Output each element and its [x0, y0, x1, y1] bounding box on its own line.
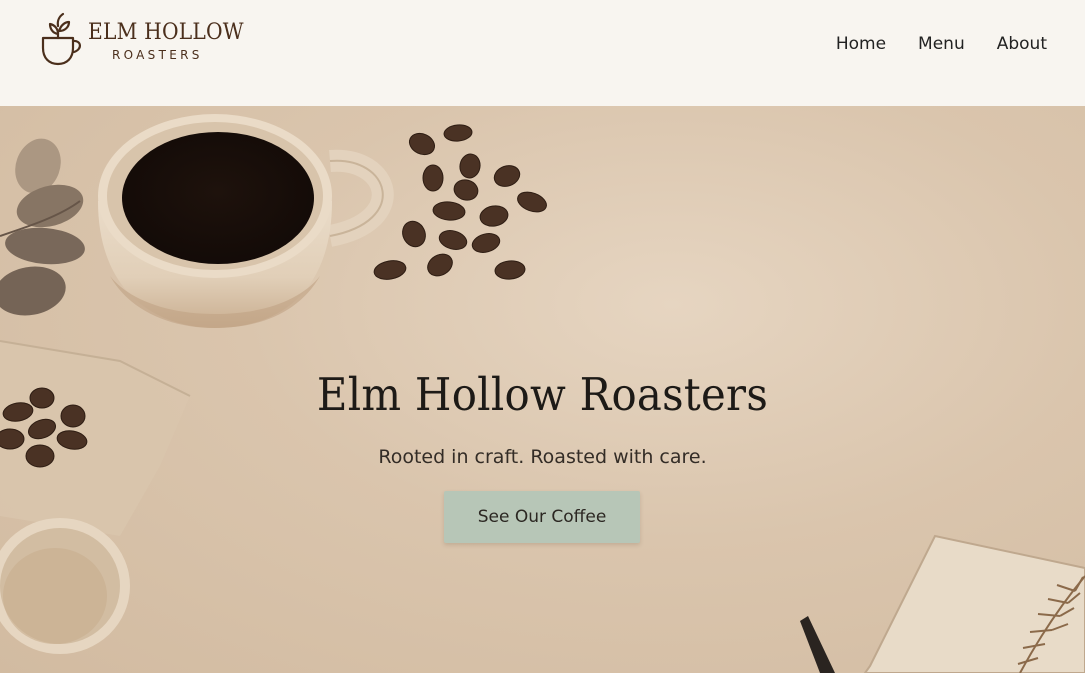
site-header: ELM HOLLOW ROASTERS Home Menu About	[0, 0, 1085, 106]
see-our-coffee-button[interactable]: See Our Coffee	[444, 491, 640, 543]
nav-about[interactable]: About	[997, 34, 1047, 54]
hero-title: Elm Hollow Roasters	[316, 368, 769, 421]
brand-logo-link[interactable]: ELM HOLLOW ROASTERS	[40, 10, 244, 70]
hero-section: Elm Hollow Roasters Rooted in craft. Roa…	[0, 106, 1085, 673]
hero-tagline: Rooted in craft. Roasted with care.	[378, 446, 707, 468]
brand-name: ELM HOLLOW	[88, 20, 244, 45]
nav-menu[interactable]: Menu	[918, 34, 965, 54]
coffee-cup-illustration	[98, 114, 394, 328]
nav-home[interactable]: Home	[836, 34, 886, 54]
brand-subtitle: ROASTERS	[112, 48, 203, 62]
main-nav: Home Menu About	[836, 34, 1047, 54]
coffee-cup-leaf-icon	[41, 12, 81, 66]
